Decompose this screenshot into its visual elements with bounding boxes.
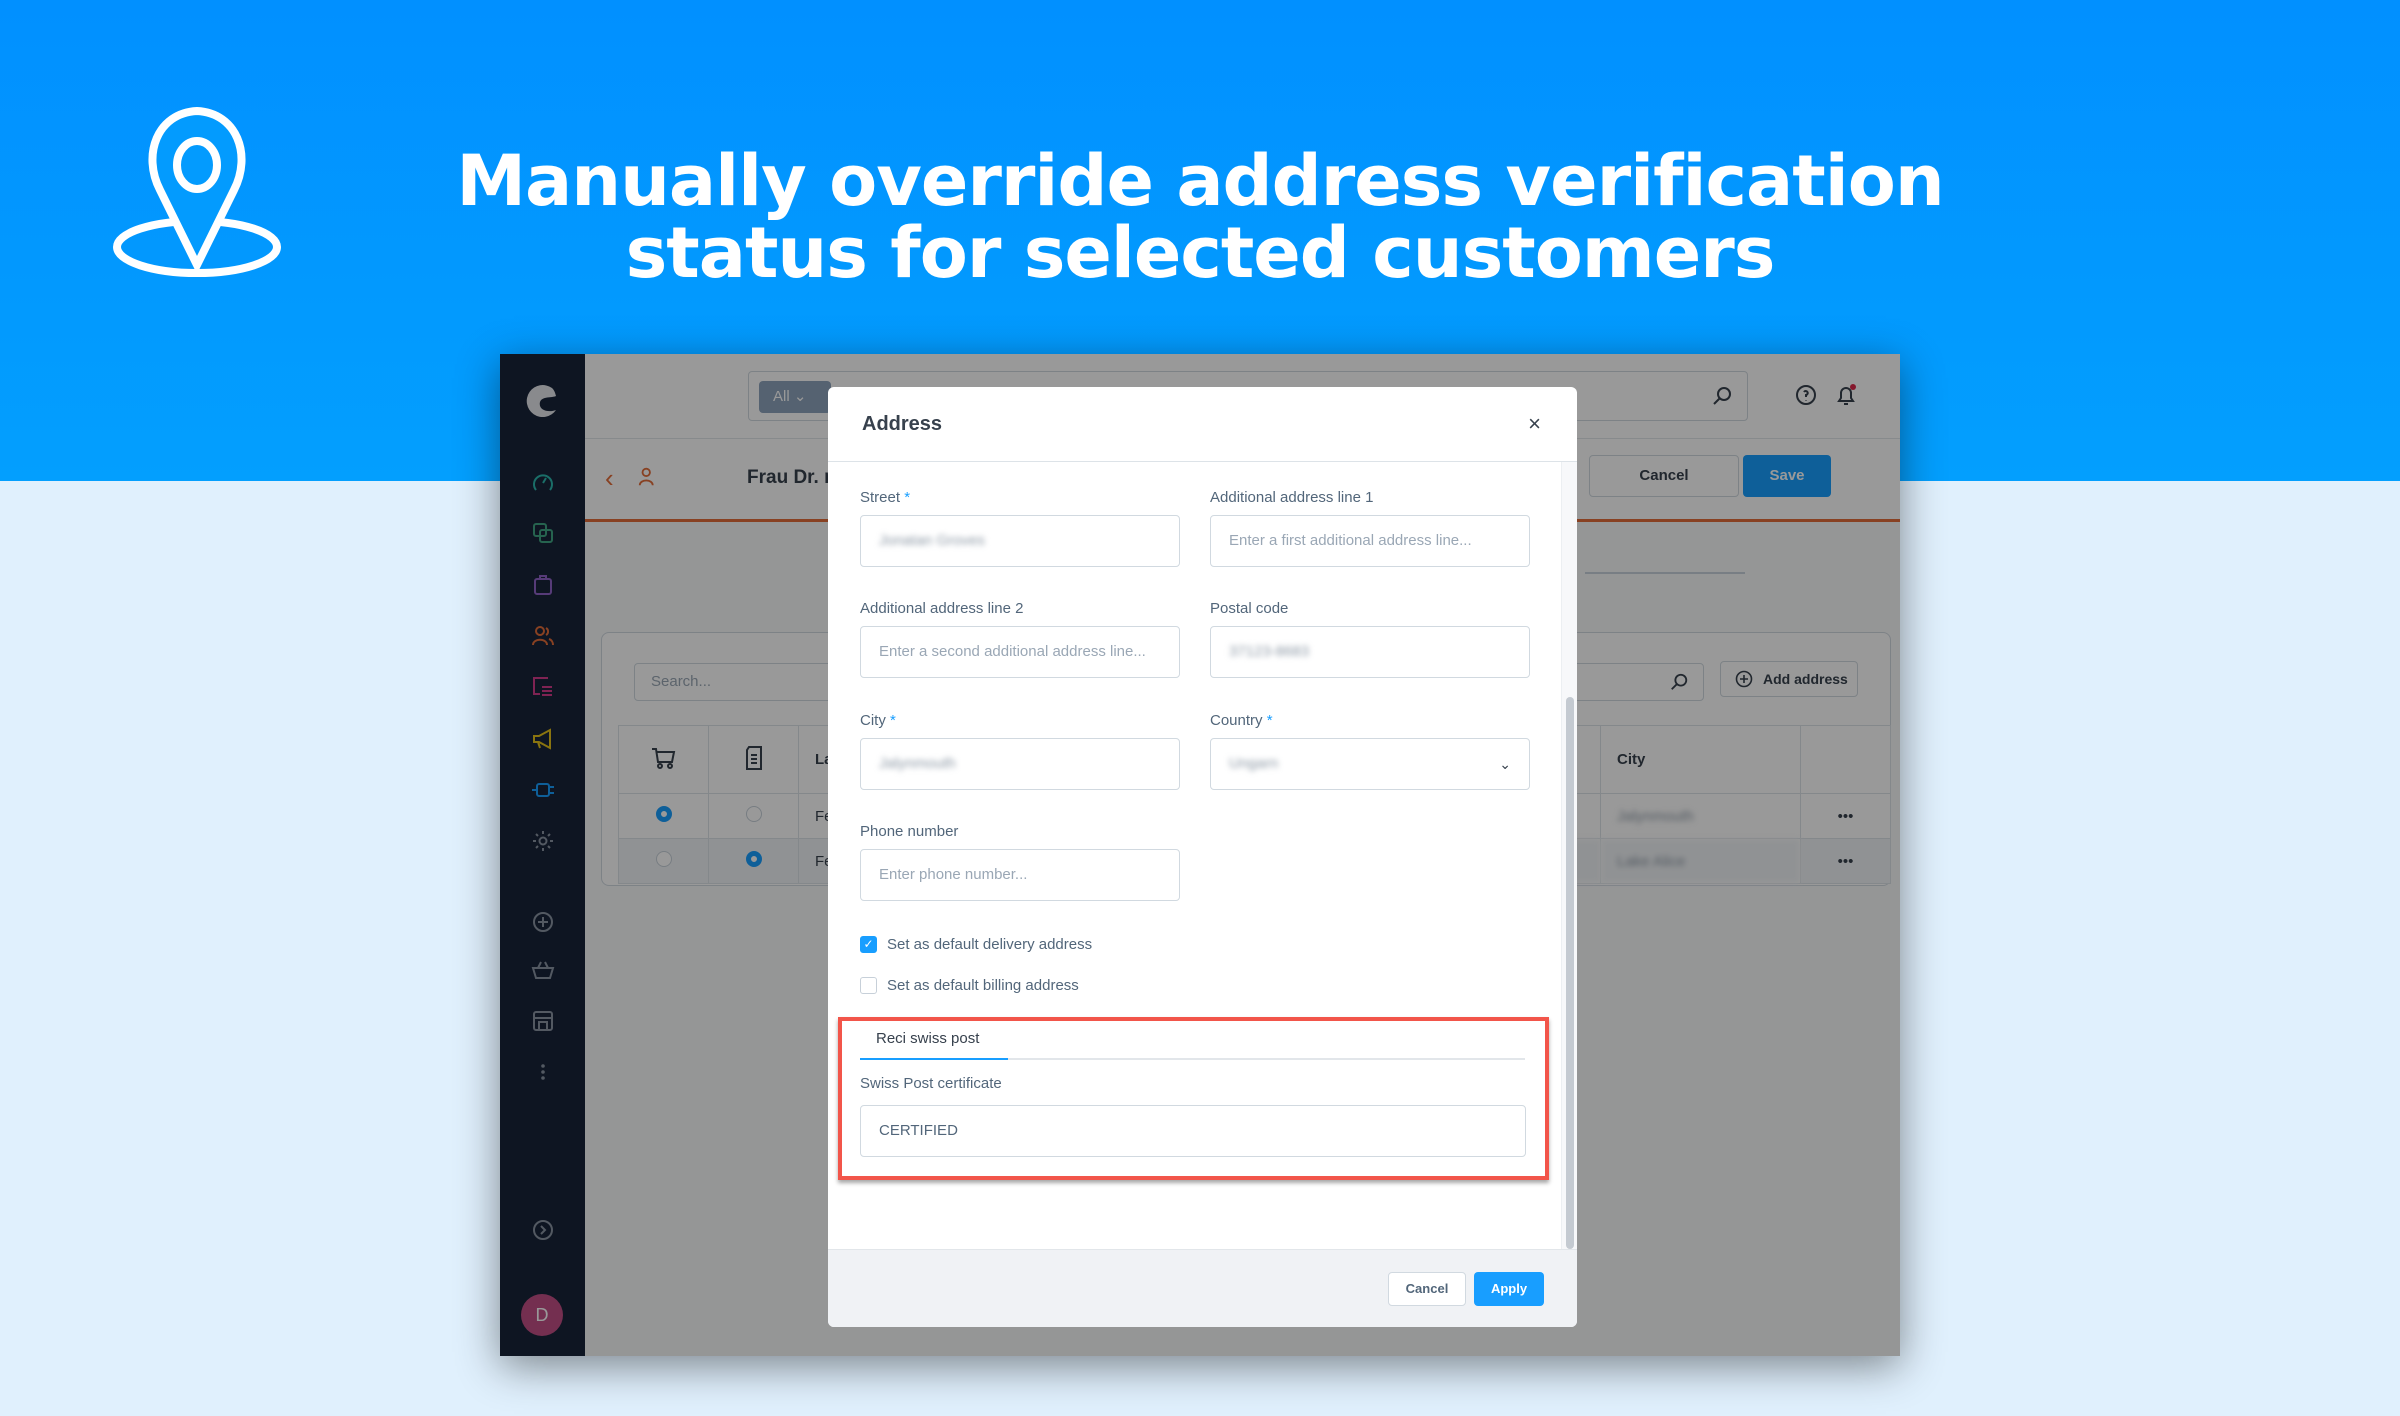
default-billing-checkbox[interactable] — [860, 977, 877, 994]
street-input[interactable]: Jonatan Groves — [860, 515, 1180, 567]
city-input[interactable]: Jalynmouth — [860, 738, 1180, 790]
close-icon[interactable]: × — [1528, 411, 1541, 437]
swiss-post-certificate-label: Swiss Post certificate — [860, 1075, 1002, 1092]
chevron-down-icon: ⌄ — [1499, 756, 1511, 772]
modal-body: Street * Jonatan Groves Additional addre… — [828, 462, 1577, 1249]
postal-code-label: Postal code — [1210, 600, 1289, 617]
hero-title-line2: status for selected customers — [625, 212, 1776, 294]
address-modal: Address × Street * Jonatan Groves Additi… — [828, 387, 1577, 1327]
postal-code-input[interactable]: 37123-8683 — [1210, 626, 1530, 678]
default-delivery-label: Set as default delivery address — [887, 936, 1093, 953]
additional-line-1-input[interactable]: Enter a first additional address line... — [1210, 515, 1530, 567]
city-label: City * — [860, 712, 896, 729]
map-pin-icon — [113, 106, 281, 277]
default-billing-label: Set as default billing address — [887, 977, 1079, 994]
street-label: Street * — [860, 489, 911, 506]
tab-reci-swiss-post[interactable]: Reci swiss post — [876, 1030, 979, 1047]
additional-line-1-label: Additional address line 1 — [1210, 489, 1374, 506]
modal-scrollbar[interactable] — [1561, 462, 1577, 1249]
modal-cancel-button[interactable]: Cancel — [1388, 1272, 1466, 1306]
scrollbar-thumb[interactable] — [1566, 697, 1574, 1249]
apply-button[interactable]: Apply — [1474, 1272, 1544, 1306]
country-select[interactable]: Ungarn ⌄ — [1210, 738, 1530, 790]
modal-footer: Cancel Apply — [828, 1249, 1577, 1327]
modal-header: Address × — [828, 387, 1577, 462]
tab-active-indicator — [860, 1058, 1008, 1060]
additional-line-2-input[interactable]: Enter a second additional address line..… — [860, 626, 1180, 678]
swiss-post-certificate-input[interactable]: CERTIFIED — [860, 1105, 1526, 1157]
phone-label: Phone number — [860, 823, 959, 840]
country-label: Country * — [1210, 712, 1273, 729]
hero-title: Manually override address verification s… — [400, 145, 2000, 289]
phone-input[interactable]: Enter phone number... — [860, 849, 1180, 901]
default-delivery-checkbox[interactable]: ✓ — [860, 936, 877, 953]
modal-title: Address — [862, 413, 943, 435]
additional-line-2-label: Additional address line 2 — [860, 600, 1024, 617]
hero-title-line1: Manually override address verification — [456, 140, 1944, 222]
app-screenshot: D All ⌄ ‹ Frau Dr. r Cancel Save Search.… — [500, 354, 1900, 1356]
